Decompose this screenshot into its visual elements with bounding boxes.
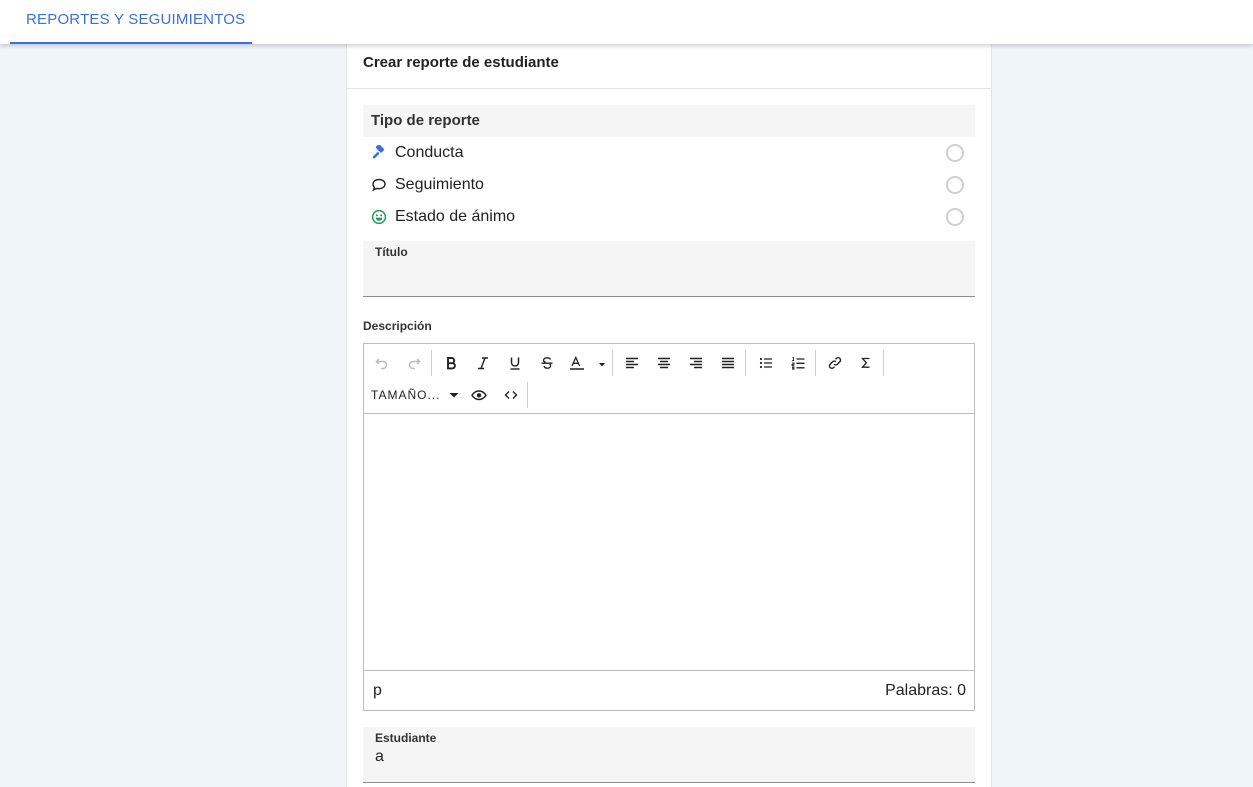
smiley-icon [371, 209, 387, 225]
preview-button[interactable] [465, 382, 493, 408]
font-size-dropdown[interactable]: TAMAÑO... [371, 382, 460, 408]
text-color-button[interactable] [564, 350, 610, 376]
radio-button[interactable] [946, 176, 964, 194]
sigma-icon [861, 357, 870, 368]
title-field[interactable]: Título [363, 241, 975, 297]
editor-status-bar: p Palabras: 0 [364, 670, 974, 711]
radio-label: Conducta [395, 144, 464, 161]
italic-button[interactable] [469, 350, 497, 376]
toolbar-divider [431, 350, 432, 376]
radio-option-conducta[interactable]: Conducta [363, 137, 975, 169]
undo-button[interactable] [368, 350, 396, 376]
student-field-value[interactable]: a [375, 748, 384, 766]
radio-label: Seguimiento [395, 176, 484, 193]
bullet-list-button[interactable] [752, 350, 780, 376]
tab-reportes-seguimientos[interactable]: REPORTES Y SEGUIMIENTOS [10, 0, 252, 44]
toolbar-divider [815, 350, 816, 376]
bold-icon [447, 357, 456, 370]
element-path: p [373, 682, 382, 699]
redo-button[interactable] [400, 350, 428, 376]
bullet-list-icon [759, 357, 772, 369]
top-bar: REPORTES Y SEGUIMIENTOS [0, 0, 1253, 44]
editor-toolbar: TAMAÑO... [364, 344, 974, 414]
radio-option-seguimiento[interactable]: Seguimiento [363, 169, 975, 201]
radio-button[interactable] [946, 208, 964, 226]
create-report-card: Crear reporte de estudiante Tipo de repo… [346, 44, 992, 787]
link-button[interactable] [821, 350, 849, 376]
student-field-label: Estudiante [375, 731, 437, 745]
toolbar-divider [612, 350, 613, 376]
divider [347, 88, 991, 89]
eye-icon [471, 390, 487, 401]
description-editor-area[interactable] [364, 414, 974, 670]
numbered-list-button[interactable] [784, 350, 812, 376]
strikethrough-button[interactable] [533, 350, 561, 376]
student-field[interactable]: Estudiante a [363, 727, 975, 783]
align-justify-icon [722, 357, 734, 369]
title-field-label: Título [375, 245, 408, 259]
underline-button[interactable] [501, 350, 529, 376]
align-right-button[interactable] [682, 350, 710, 376]
radio-label: Estado de ánimo [395, 208, 516, 225]
align-left-icon [626, 357, 638, 369]
source-code-button[interactable] [497, 382, 525, 408]
undo-icon [375, 358, 388, 370]
underline-icon [510, 357, 520, 370]
card-title: Crear reporte de estudiante [363, 54, 559, 71]
align-center-icon [658, 357, 670, 369]
toolbar-divider [883, 350, 884, 376]
align-right-icon [690, 357, 702, 369]
rich-text-editor: TAMAÑO... p Palabras: 0 [363, 343, 975, 711]
bold-button[interactable] [437, 350, 465, 376]
strikethrough-icon [541, 357, 553, 369]
word-count: Palabras: 0 [885, 682, 966, 699]
formula-button[interactable] [852, 350, 880, 376]
text-color-icon [570, 356, 605, 370]
gavel-icon [371, 145, 387, 161]
speech-bubble-icon [371, 177, 387, 193]
align-left-button[interactable] [618, 350, 646, 376]
code-icon [504, 391, 518, 399]
font-size-label: TAMAÑO... [371, 388, 441, 402]
align-center-button[interactable] [650, 350, 678, 376]
numbered-list-icon [791, 357, 805, 370]
align-justify-button[interactable] [714, 350, 742, 376]
toolbar-divider [527, 382, 528, 408]
radio-button[interactable] [946, 144, 964, 162]
report-type-heading: Tipo de reporte [363, 105, 975, 137]
redo-icon [408, 358, 421, 370]
description-label: Descripción [363, 319, 432, 333]
chevron-down-icon [449, 393, 459, 398]
toolbar-divider [745, 350, 746, 376]
italic-icon [478, 357, 488, 370]
link-icon [828, 357, 842, 369]
radio-option-estado-animo[interactable]: Estado de ánimo [363, 201, 975, 233]
